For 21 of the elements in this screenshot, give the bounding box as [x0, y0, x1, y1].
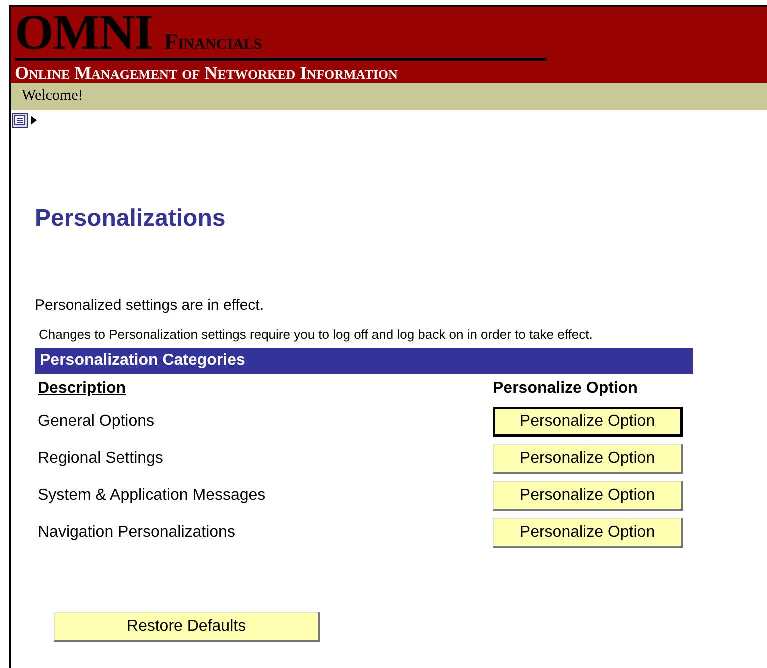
expand-arrow-icon[interactable]: [31, 116, 37, 124]
column-header: Description: [38, 379, 128, 399]
personalize-option-button[interactable]: Personalize Option: [493, 444, 683, 474]
restore-defaults-button[interactable]: Restore Defaults: [54, 612, 320, 642]
welcome-text: Welcome!: [22, 88, 84, 105]
personalize-option-button[interactable]: Personalize Option: [493, 518, 683, 548]
logo-subtitle: Financials: [164, 29, 262, 55]
personalize-option-button[interactable]: Personalize Option: [493, 481, 683, 511]
tagline: Online Management of Networked Information: [15, 62, 399, 84]
page-title: Personalizations: [35, 204, 227, 234]
status-message: Personalized settings are in effect.: [35, 297, 266, 315]
column-header: Personalize Option: [493, 379, 639, 399]
logo-text: OMNI: [15, 9, 153, 55]
table-title: Personalization Categories: [40, 352, 246, 370]
category-name: Regional Settings: [38, 450, 164, 468]
category-name: General Options: [38, 413, 156, 431]
notice-text: Changes to Personalization settings require you to log off and log back on in order to take effect.: [39, 327, 594, 342]
menu-icon[interactable]: [12, 112, 28, 128]
category-name: Navigation Personalizations: [38, 524, 236, 542]
category-name: System & Application Messages: [38, 487, 267, 505]
personalize-option-button[interactable]: Personalize Option: [493, 407, 683, 437]
